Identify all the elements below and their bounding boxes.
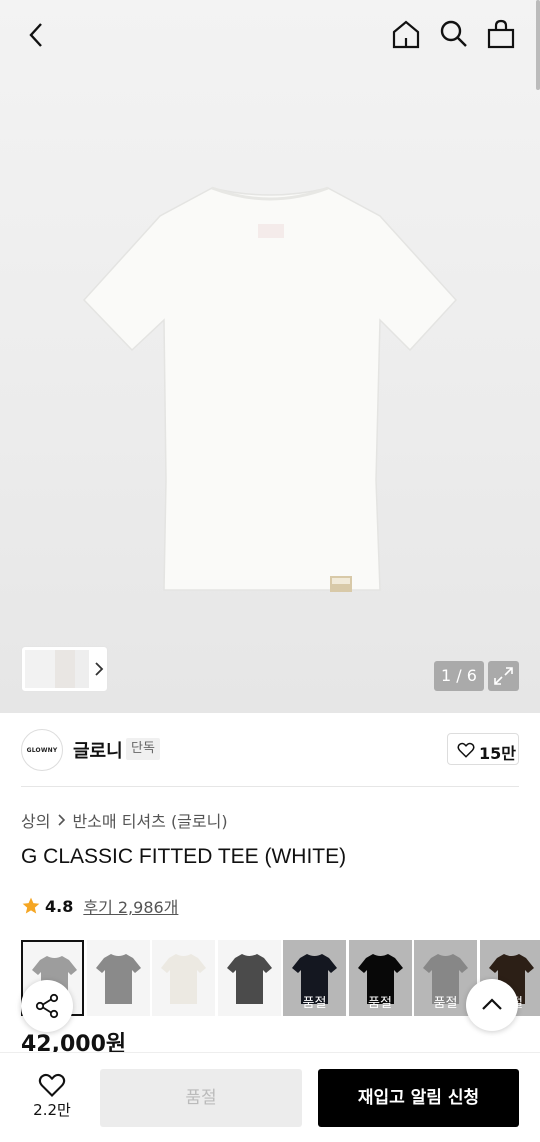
rating-score: 4.8 (45, 896, 74, 916)
product-image (82, 186, 458, 592)
brand-logo[interactable]: GLOWNY (21, 729, 63, 771)
soldout-label: 품절 (348, 940, 412, 1016)
thumbnail-strip[interactable] (21, 646, 108, 692)
color-swatch[interactable]: 품절 (283, 940, 346, 1016)
soldout-label: 품절 (283, 940, 346, 1016)
review-count-link[interactable]: 후기 2,986개 (83, 894, 178, 918)
soldout-button[interactable]: 품절 (100, 1069, 302, 1127)
divider (21, 786, 519, 787)
color-options: 품절품절품절품절 (21, 940, 540, 1016)
breadcrumb: 상의 반소매 티셔츠 (글로니) (21, 808, 228, 832)
color-swatch[interactable] (152, 940, 215, 1016)
tee-thumbnail (161, 954, 206, 1004)
rating-row: 4.8 후기 2,986개 (21, 894, 178, 918)
product-title: G CLASSIC FITTED TEE (WHITE) (21, 845, 347, 868)
color-swatch[interactable] (86, 940, 150, 1016)
brand-like-count: 15만 (479, 744, 516, 763)
scroll-to-top-button[interactable] (466, 979, 518, 1031)
color-swatch[interactable]: 품절 (348, 940, 412, 1016)
breadcrumb-category[interactable]: 상의 (21, 808, 50, 832)
search-icon[interactable] (438, 18, 470, 50)
restock-alert-button[interactable]: 재입고 알림 신청 (318, 1069, 519, 1127)
wishlist-count: 2.2만 (33, 1101, 71, 1119)
brand-like-button[interactable]: 15만 (447, 733, 519, 765)
wishlist-button[interactable]: 2.2만 (26, 1071, 78, 1120)
breadcrumb-subcategory[interactable]: 반소매 티셔츠 (글로니) (72, 808, 227, 832)
heart-icon (38, 1073, 66, 1097)
share-icon (35, 993, 59, 1019)
star-icon (22, 897, 40, 914)
product-image-gallery[interactable]: 1 / 6 (0, 0, 540, 713)
thumbnail-2[interactable] (55, 650, 75, 688)
heart-icon (457, 742, 475, 758)
tee-thumbnail (95, 954, 141, 1004)
tee-thumbnail (226, 954, 272, 1004)
shopping-bag-icon[interactable] (485, 18, 517, 50)
chevron-up-icon (482, 998, 502, 1010)
share-button[interactable] (21, 980, 73, 1032)
color-swatch[interactable] (217, 940, 281, 1016)
brand-row[interactable]: GLOWNY 글로니 단독 15만 (0, 715, 540, 787)
chevron-right-icon[interactable] (92, 659, 106, 679)
purchase-bar: 2.2만 품절 재입고 알림 신청 (0, 1052, 540, 1142)
chevron-right-icon (58, 814, 66, 826)
image-counter: 1 / 6 (434, 661, 484, 691)
expand-icon[interactable] (488, 661, 519, 691)
exclusive-badge: 단독 (126, 738, 160, 760)
top-navigation (0, 0, 540, 70)
thumbnail-3[interactable] (75, 650, 89, 688)
home-icon[interactable] (390, 18, 422, 50)
brand-name[interactable]: 글로니 (73, 737, 123, 763)
back-arrow-icon[interactable] (22, 20, 52, 50)
thumbnail-1[interactable] (25, 650, 55, 688)
